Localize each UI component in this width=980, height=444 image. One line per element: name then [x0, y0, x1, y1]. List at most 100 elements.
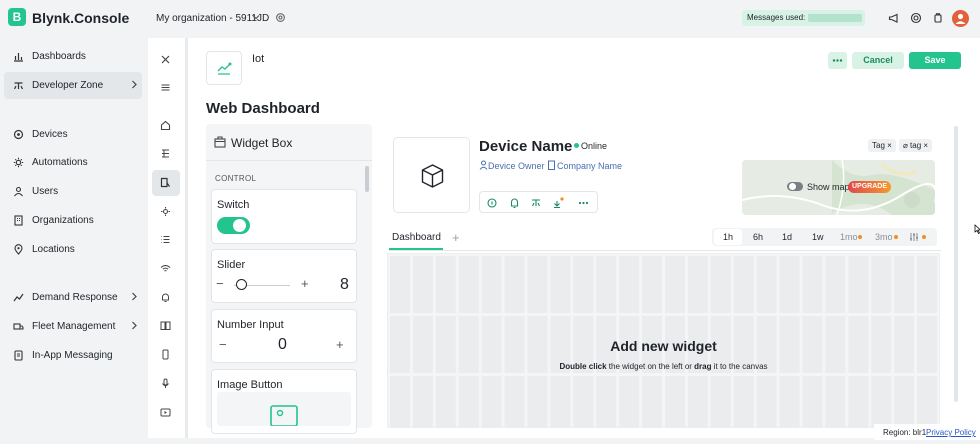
- bell-icon[interactable]: [503, 191, 527, 213]
- device-image[interactable]: [393, 137, 470, 213]
- datastreams-icon[interactable]: [152, 141, 180, 167]
- sidebar-item-automations[interactable]: Automations: [4, 149, 142, 176]
- menu-icon[interactable]: [152, 75, 180, 101]
- time-range-selector: [712, 228, 937, 246]
- org-settings-gear-icon[interactable]: [275, 12, 286, 23]
- number-plus-button[interactable]: +: [336, 337, 344, 352]
- online-status-dot: [574, 143, 579, 148]
- notifications-icon[interactable]: [932, 12, 944, 24]
- automation-tool-icon[interactable]: [152, 199, 180, 225]
- tag-chip[interactable]: ⌀ tag ×: [899, 139, 933, 152]
- grid-cell: [687, 256, 708, 313]
- device-owner-link[interactable]: Device Owner: [488, 161, 545, 171]
- widget-title: Slider: [217, 259, 246, 271]
- grid-cell: [619, 376, 640, 428]
- sidebar-item-fleet-management[interactable]: Fleet Management: [4, 313, 142, 340]
- help-lifebuoy-icon[interactable]: [910, 12, 922, 24]
- grid-cell: [527, 376, 548, 428]
- grid-cell: [825, 256, 846, 313]
- grid-cell: [435, 376, 456, 428]
- slider-value: 8: [340, 276, 349, 293]
- template-name[interactable]: Iot: [252, 53, 264, 65]
- template-thumbnail[interactable]: [206, 51, 242, 85]
- media-icon[interactable]: [152, 400, 180, 426]
- tab-dashboard[interactable]: Dashboard: [392, 232, 441, 243]
- mobile-icon[interactable]: [152, 342, 180, 368]
- more-options-button[interactable]: [828, 52, 847, 69]
- grid-cell: [550, 376, 571, 428]
- sidebar-item-demand-response[interactable]: Demand Response: [4, 284, 142, 311]
- grid-cell: [504, 376, 525, 428]
- home-icon[interactable]: [152, 113, 180, 139]
- grid-cell: [596, 256, 617, 313]
- hint-strong: Double click: [559, 362, 607, 371]
- sidebar-item-label: Automations: [32, 157, 88, 168]
- web-dashboard-tool-icon[interactable]: [152, 170, 180, 196]
- slider-handle[interactable]: [236, 279, 247, 290]
- fleet-truck-icon: [13, 321, 24, 332]
- time-range-1h[interactable]: 1h: [723, 232, 733, 242]
- time-range-1d[interactable]: 1d: [782, 232, 792, 242]
- custom-range-sliders-icon[interactable]: [909, 232, 920, 242]
- add-tab-button[interactable]: +: [452, 230, 460, 245]
- hint-text: the widget on the left or: [606, 362, 695, 371]
- time-range-1mo[interactable]: 1mo: [840, 232, 858, 242]
- messages-usage-bar: [808, 14, 862, 22]
- download-icon[interactable]: [551, 191, 575, 213]
- devices-icon: [13, 129, 24, 140]
- sidebar-item-developer-zone[interactable]: Developer Zone: [4, 72, 142, 99]
- info-icon[interactable]: [479, 191, 503, 213]
- brand-name[interactable]: Blynk.Console: [32, 10, 129, 26]
- book-icon[interactable]: [152, 313, 180, 339]
- bell-icon[interactable]: [152, 285, 180, 311]
- grid-cell: [665, 256, 685, 313]
- grid-cell: [481, 376, 502, 428]
- widget-slider[interactable]: Slider: [211, 249, 357, 303]
- widget-title: Number Input: [217, 319, 284, 331]
- page-scrollbar[interactable]: [954, 126, 958, 402]
- number-input-value: 0: [278, 336, 287, 353]
- sidebar-item-label: Users: [32, 186, 59, 197]
- upgrade-badge[interactable]: UPGRADE: [848, 181, 891, 193]
- grid-cell: [412, 376, 433, 428]
- widget-box-title: Widget Box: [231, 136, 293, 150]
- user-avatar[interactable]: [952, 10, 969, 27]
- cancel-button[interactable]: Cancel: [852, 52, 904, 69]
- grid-cell: [802, 256, 823, 313]
- save-button[interactable]: Save: [909, 52, 961, 69]
- time-range-3mo[interactable]: 3mo: [875, 232, 893, 242]
- toolbar-divider: [185, 38, 188, 438]
- time-range-1w[interactable]: 1w: [812, 232, 824, 242]
- location-pin-icon: [13, 244, 24, 255]
- company-name-link[interactable]: Company Name: [557, 161, 622, 171]
- slider-plus-button[interactable]: +: [301, 276, 309, 291]
- sidebar-item-dashboards[interactable]: Dashboards: [4, 43, 142, 70]
- canvas-empty-title: Add new widget: [610, 338, 717, 354]
- megaphone-icon[interactable]: [888, 12, 900, 24]
- sidebar-item-locations[interactable]: Locations: [4, 236, 142, 263]
- sidebar-item-users[interactable]: Users: [4, 178, 142, 205]
- blynk-logo[interactable]: B: [8, 8, 26, 26]
- tag-chip[interactable]: Tag ×: [868, 139, 896, 152]
- microphone-icon[interactable]: [152, 371, 180, 397]
- sidebar-item-devices[interactable]: Devices: [4, 121, 142, 148]
- time-range-6h[interactable]: 6h: [753, 232, 763, 242]
- number-minus-button[interactable]: −: [219, 337, 227, 352]
- list-icon[interactable]: [152, 227, 180, 253]
- bar-chart-icon: [13, 51, 24, 62]
- developer-tools-icon[interactable]: [527, 191, 551, 213]
- widget-box-icon: [214, 136, 226, 148]
- widget-box-scrollbar[interactable]: [365, 166, 369, 192]
- show-map-label: Show map: [807, 182, 850, 192]
- chevron-down-icon[interactable]: [252, 13, 260, 21]
- grid-cell: [412, 256, 433, 313]
- close-editor-button[interactable]: [152, 47, 180, 73]
- sidebar-item-organizations[interactable]: Organizations: [4, 207, 142, 234]
- sidebar-item-in-app-messaging[interactable]: In-App Messaging: [4, 342, 142, 369]
- widget-category-label: CONTROL: [215, 174, 257, 183]
- wifi-icon[interactable]: [152, 256, 180, 282]
- privacy-policy-link[interactable]: Privacy Policy: [926, 428, 976, 437]
- slider-minus-button[interactable]: −: [216, 276, 224, 291]
- sidebar-item-label: In-App Messaging: [32, 350, 113, 361]
- more-dots-icon[interactable]: [575, 191, 598, 213]
